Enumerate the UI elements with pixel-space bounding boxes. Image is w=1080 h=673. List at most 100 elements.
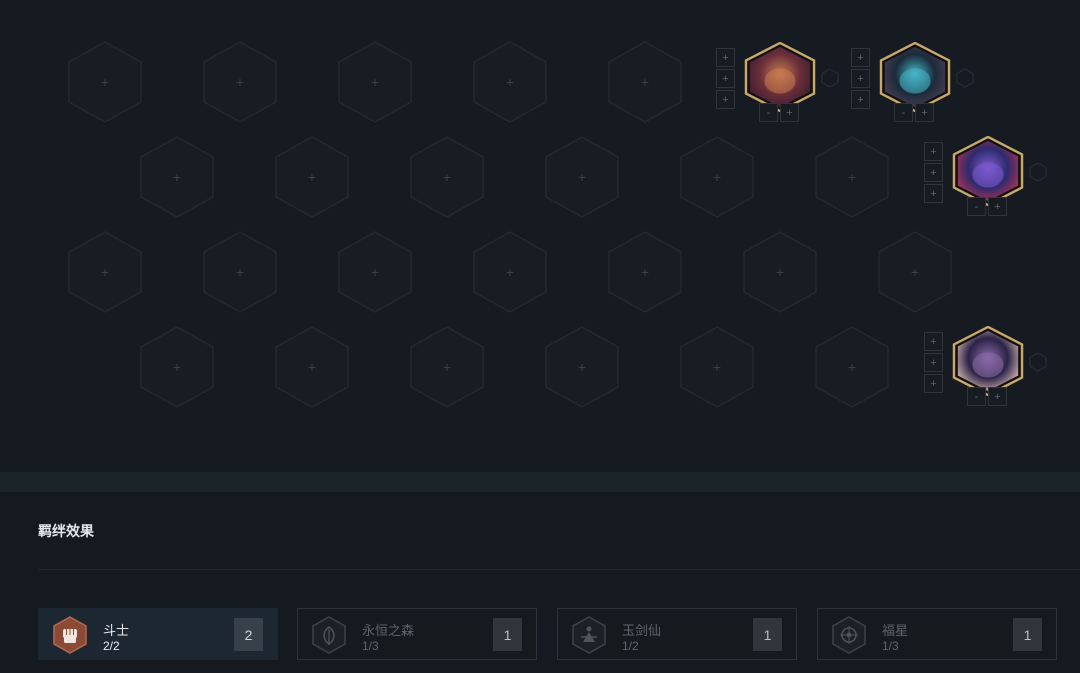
board-slot[interactable]: + [608,231,682,313]
add-icon: + [577,359,587,375]
add-icon: + [307,169,317,185]
board-slot[interactable]: + [878,231,952,313]
trait-count: 1/2 [622,639,639,653]
synergy-separator [38,569,1080,570]
item-slot-icon[interactable] [1029,352,1047,372]
minus-button[interactable]: - [759,103,778,122]
board-slot[interactable]: + [275,326,349,408]
board-slot[interactable]: + [203,231,277,313]
board-slot[interactable]: + [680,136,754,218]
trait-card[interactable]: 玉剑仙 1/2 1 [557,608,797,660]
trait-name: 福星 [882,623,909,638]
fist-icon [52,616,88,654]
item-slot-icon[interactable] [956,68,974,88]
champion-unit[interactable] [951,326,1025,396]
trait-count: 1/3 [362,639,379,653]
board-slot[interactable]: + [203,41,277,123]
trait-card[interactable]: 福星 1/3 1 [817,608,1057,660]
add-icon: + [172,359,182,375]
add-icon: + [847,359,857,375]
board-slot[interactable]: + [473,231,547,313]
board-slot[interactable]: + [275,136,349,218]
plus-button[interactable]: + [716,90,735,109]
star-up-controls: + + + [924,142,943,205]
synergy-title: 羁绊效果 [38,523,94,539]
trait-count: 2/2 [103,639,120,653]
board-divider [0,472,1080,492]
trait-badge: 1 [493,618,522,651]
board-slot[interactable]: + [743,231,817,313]
plus-button[interactable]: + [924,184,943,203]
fortune-icon [831,616,867,654]
item-controls: - + [967,387,1009,406]
plus-button[interactable]: + [924,142,943,161]
add-icon: + [100,74,110,90]
plus-button[interactable]: + [915,103,934,122]
swordsman-icon [571,616,607,654]
add-icon: + [640,264,650,280]
champion-unit[interactable] [878,42,952,112]
minus-button[interactable]: - [967,197,986,216]
trait-badge: 1 [753,618,782,651]
minus-button[interactable]: - [894,103,913,122]
plus-button[interactable]: + [716,48,735,67]
add-icon: + [505,74,515,90]
board-slot[interactable]: + [545,326,619,408]
add-icon: + [370,264,380,280]
add-icon: + [847,169,857,185]
add-icon: + [577,169,587,185]
star-up-controls: + + + [851,48,870,111]
add-icon: + [235,74,245,90]
trait-card[interactable]: 斗士 2/2 2 [38,608,278,660]
board-slot[interactable]: + [338,41,412,123]
item-controls: - + [894,103,936,122]
champion-unit[interactable] [743,42,817,112]
plus-button[interactable]: + [851,69,870,88]
plus-button[interactable]: + [716,69,735,88]
trait-count: 1/3 [882,639,899,653]
minus-button[interactable]: - [967,387,986,406]
plus-button[interactable]: + [851,48,870,67]
add-icon: + [712,359,722,375]
plus-button[interactable]: + [924,332,943,351]
board-slot[interactable]: + [608,41,682,123]
plus-button[interactable]: + [988,387,1007,406]
champion-unit[interactable] [951,136,1025,206]
trait-name: 永恒之森 [362,623,415,638]
plus-button[interactable]: + [988,197,1007,216]
board-slot[interactable]: + [68,41,142,123]
trait-card[interactable]: 永恒之森 1/3 1 [297,608,537,660]
board-slot[interactable]: + [68,231,142,313]
board-slot[interactable]: + [410,136,484,218]
plus-button[interactable]: + [924,374,943,393]
board-slot[interactable]: + [815,136,889,218]
add-icon: + [775,264,785,280]
add-icon: + [712,169,722,185]
trait-name: 玉剑仙 [622,623,662,638]
board-slot[interactable]: + [140,136,214,218]
item-slot-icon[interactable] [821,68,839,88]
plus-button[interactable]: + [780,103,799,122]
add-icon: + [910,264,920,280]
add-icon: + [235,264,245,280]
leaf-icon [311,616,347,654]
add-icon: + [442,359,452,375]
board-slot[interactable]: + [545,136,619,218]
trait-badge: 2 [234,618,263,651]
add-icon: + [307,359,317,375]
plus-button[interactable]: + [851,90,870,109]
board-slot[interactable]: + [140,326,214,408]
board-slot[interactable]: + [680,326,754,408]
add-icon: + [370,74,380,90]
plus-button[interactable]: + [924,353,943,372]
star-up-controls: + + + [716,48,735,111]
board-slot[interactable]: + [338,231,412,313]
board-slot[interactable]: + [410,326,484,408]
star-up-controls: + + + [924,332,943,395]
add-icon: + [640,74,650,90]
item-controls: - + [759,103,801,122]
board-slot[interactable]: + [473,41,547,123]
item-slot-icon[interactable] [1029,162,1047,182]
plus-button[interactable]: + [924,163,943,182]
board-slot[interactable]: + [815,326,889,408]
